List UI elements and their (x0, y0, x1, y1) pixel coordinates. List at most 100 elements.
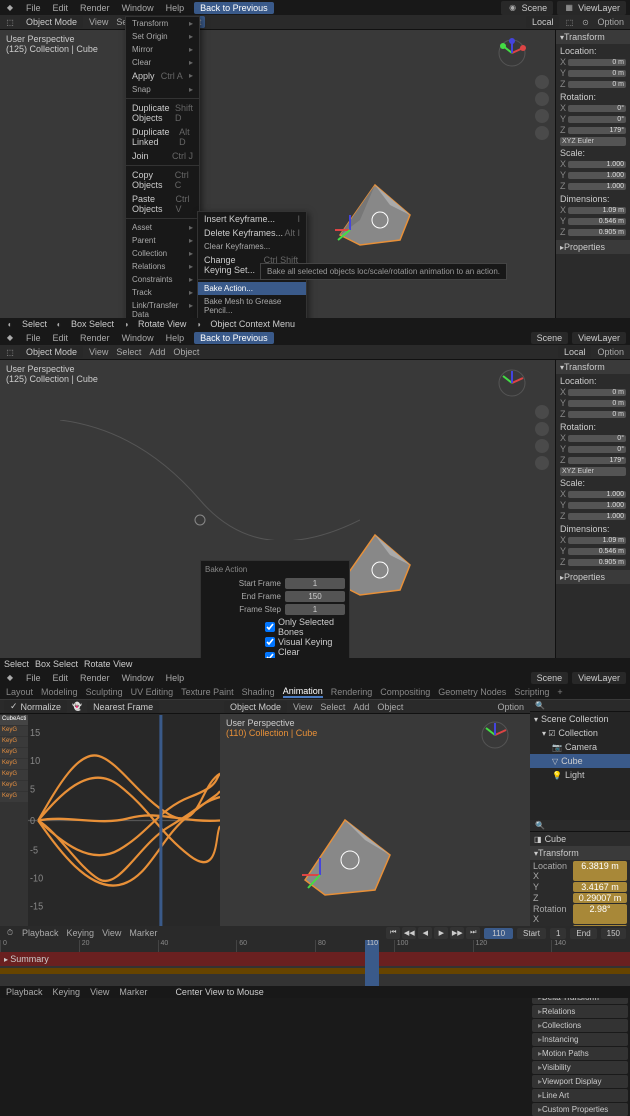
camera-icon[interactable] (535, 439, 549, 453)
scene-selector[interactable]: Scene (531, 672, 569, 684)
viewlayer-selector[interactable]: ViewLayer (572, 332, 626, 344)
sub-insert-key[interactable]: Insert Keyframe...I (198, 212, 306, 226)
zoom-icon[interactable] (535, 75, 549, 89)
orientation-selector[interactable]: Local (558, 346, 592, 358)
mesh-object[interactable] (330, 180, 420, 250)
snap-icon[interactable]: ⬚ (563, 16, 575, 28)
channel-item[interactable]: KeyG (0, 726, 28, 736)
viewlayer-selector[interactable]: ViewLayer (572, 672, 626, 684)
tl-playback[interactable]: Playback (20, 928, 61, 938)
snap-mode[interactable]: Nearest Frame (87, 701, 159, 713)
menu-help[interactable]: Help (164, 333, 187, 343)
p3-relations[interactable]: Relations (532, 1005, 628, 1018)
channel-list[interactable]: CubeActi KeyG KeyG KeyG KeyG KeyG KeyG K… (0, 715, 28, 926)
channel-item[interactable]: KeyG (0, 781, 28, 791)
tab-compositing[interactable]: Compositing (380, 687, 430, 697)
ctx-join[interactable]: JoinCtrl J (126, 149, 199, 163)
3d-viewport-3[interactable]: Object Mode View Select Add Object Optio… (220, 700, 530, 926)
outliner-cube[interactable]: ▽ Cube (530, 754, 630, 768)
scene-selector[interactable]: Scene (531, 332, 569, 344)
tl-view[interactable]: View (100, 928, 123, 938)
ctx-paste[interactable]: Paste ObjectsCtrl V (126, 192, 199, 216)
loc-y[interactable]: 0 m (568, 70, 626, 77)
ctx-relations[interactable]: Relations (126, 260, 199, 273)
3d-viewport-2[interactable]: User Perspective (125) Collection | Cube… (0, 360, 555, 658)
tab-rendering[interactable]: Rendering (331, 687, 373, 697)
channel-item[interactable]: KeyG (0, 748, 28, 758)
summary-row[interactable]: ▸ Summary (0, 952, 630, 966)
ctx-snap[interactable]: Snap (126, 83, 199, 96)
nav-gizmo[interactable] (497, 38, 527, 68)
ctx-asset[interactable]: Asset (126, 221, 199, 234)
only-selected-check[interactable] (265, 622, 275, 632)
menu-render[interactable]: Render (78, 3, 112, 13)
props-search-icon[interactable]: 🔍 (534, 820, 546, 832)
ctx-track[interactable]: Track (126, 286, 199, 299)
end-frame[interactable]: 150 (601, 928, 626, 939)
editor-type-icon[interactable]: ⬚ (4, 16, 16, 28)
rot-z[interactable]: 179° (568, 127, 626, 134)
tab-animation[interactable]: Animation (283, 686, 323, 698)
ctx-constraints[interactable]: Constraints (126, 273, 199, 286)
mesh-object[interactable] (290, 810, 400, 900)
timeline-track[interactable]: 0 20 40 60 80 100 120 140 ▸ Summary 110 (0, 940, 630, 986)
object-menu[interactable]: Object (171, 347, 201, 357)
p3-collections[interactable]: Collections (532, 1019, 628, 1032)
menu-file[interactable]: File (24, 333, 43, 343)
p3-lineart[interactable]: Line Art (532, 1089, 628, 1102)
rotation-mode[interactable]: XYZ Euler (560, 137, 626, 146)
menu-render[interactable]: Render (78, 333, 112, 343)
select-menu[interactable]: Select (114, 347, 143, 357)
ctx-copy[interactable]: Copy ObjectsCtrl C (126, 168, 199, 192)
p3-instancing[interactable]: Instancing (532, 1033, 628, 1046)
loc-x[interactable]: 0 m (568, 59, 626, 66)
tl-keying[interactable]: Keying (65, 928, 97, 938)
visual-keying-check[interactable] (265, 637, 275, 647)
options-button[interactable]: Option (595, 347, 626, 357)
properties-panel-header[interactable]: ▸ Properties (556, 240, 630, 254)
nav-gizmo[interactable] (497, 368, 527, 398)
back-to-previous-button[interactable]: Back to Previous (194, 2, 274, 14)
tl-marker[interactable]: Marker (127, 928, 159, 938)
p3-motionpaths[interactable]: Motion Paths (532, 1047, 628, 1060)
ctx-apply[interactable]: ApplyCtrl A (126, 69, 199, 83)
p3-locz[interactable]: 0.29007 m (573, 893, 627, 903)
zoom-icon[interactable] (535, 405, 549, 419)
view-menu[interactable]: View (87, 347, 110, 357)
editor-type-icon[interactable]: ⬚ (4, 346, 16, 358)
properties-editor[interactable]: 🔍 ◨ Cube ▾ Transform Location X6.3819 m … (530, 820, 630, 926)
menu-help[interactable]: Help (164, 673, 187, 683)
channel-item[interactable]: KeyG (0, 759, 28, 769)
playhead[interactable]: 110 (365, 940, 379, 986)
scl-z[interactable]: 1.000 (568, 183, 626, 190)
outliner-light[interactable]: 💡 Light (530, 768, 630, 782)
normalize-toggle[interactable]: ✓ Normalize (4, 700, 67, 713)
menu-edit[interactable]: Edit (51, 673, 71, 683)
start-frame-input[interactable]: 1 (285, 578, 345, 589)
channel-item[interactable]: KeyG (0, 737, 28, 747)
tab-texture[interactable]: Texture Paint (181, 687, 234, 697)
dim-z[interactable]: 0.905 m (568, 229, 626, 236)
sub-clear-key[interactable]: Clear Keyframes... (198, 240, 306, 253)
p3-locx[interactable]: 6.3819 m (573, 861, 627, 881)
outliner-scene-collection[interactable]: ▾ Scene Collection (530, 712, 630, 726)
current-frame[interactable]: 110 (484, 928, 513, 939)
keyframe-track[interactable] (0, 968, 630, 974)
ctx-transform[interactable]: Transform (126, 17, 199, 30)
end-frame-input[interactable]: 150 (285, 591, 345, 602)
tab-uv[interactable]: UV Editing (131, 687, 174, 697)
p3-visibility[interactable]: Visibility (532, 1061, 628, 1074)
view-menu[interactable]: View (87, 17, 110, 27)
channel-item[interactable]: KeyG (0, 792, 28, 802)
ortho-icon[interactable] (535, 126, 549, 140)
p3-locy[interactable]: 3.4167 m (573, 882, 627, 892)
jump-start[interactable]: ⏮ (386, 927, 400, 939)
outliner-camera[interactable]: 📷 Camera (530, 740, 630, 754)
dim-x[interactable]: 1.09 m (568, 207, 626, 214)
ctx-clear[interactable]: Clear (126, 56, 199, 69)
menu-window[interactable]: Window (120, 673, 156, 683)
tab-sculpting[interactable]: Sculpting (86, 687, 123, 697)
add-menu[interactable]: Add (147, 347, 167, 357)
camera-icon[interactable] (535, 109, 549, 123)
rot-x[interactable]: 0° (568, 105, 626, 112)
